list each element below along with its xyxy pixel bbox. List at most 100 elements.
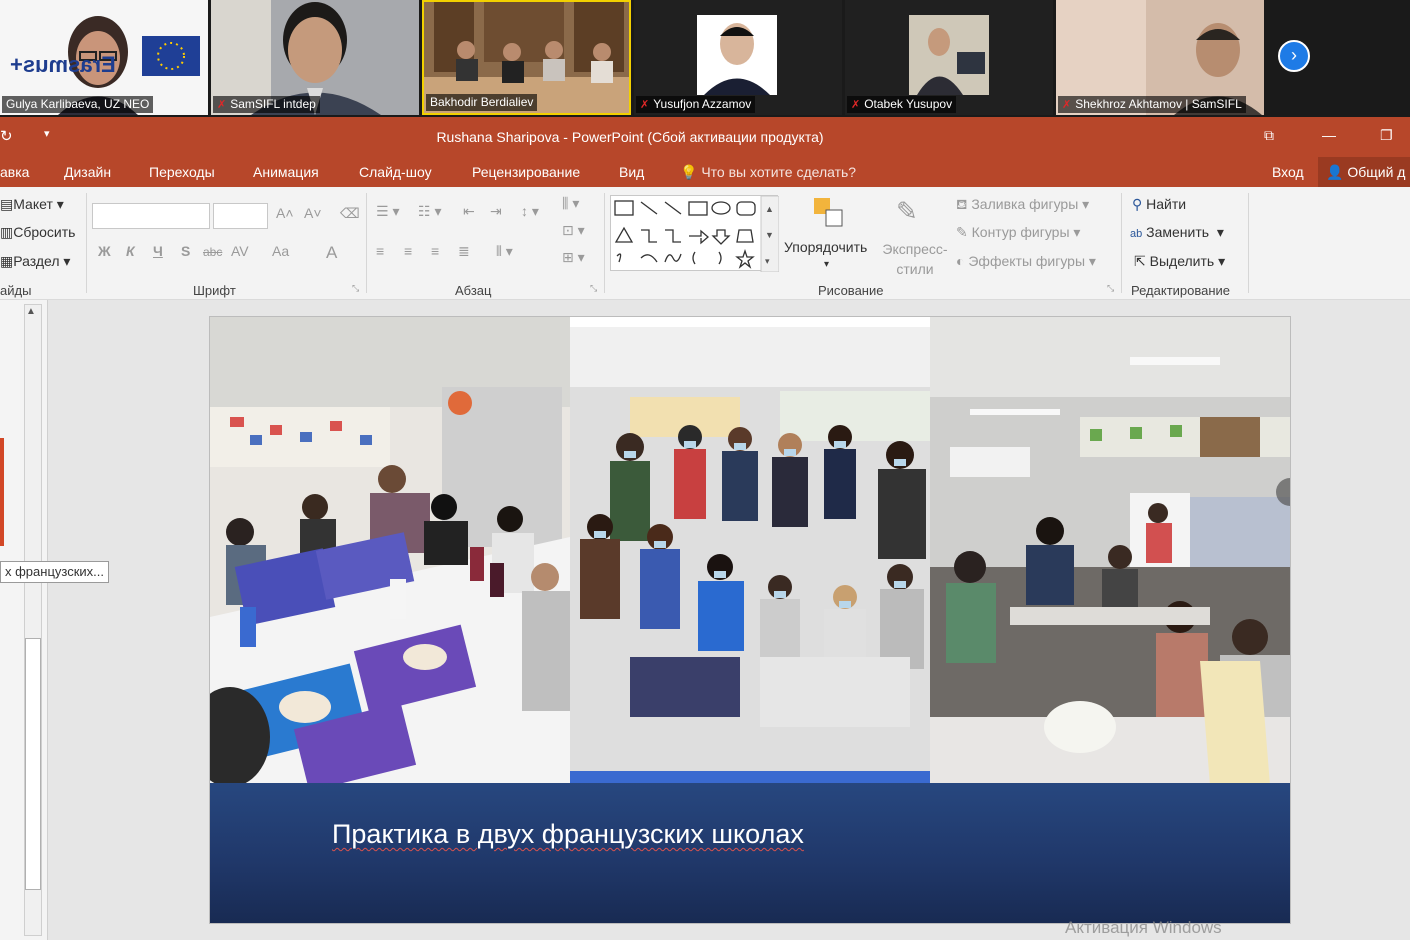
scroll-up-icon[interactable]: ▲ xyxy=(26,306,36,317)
layout-button[interactable]: ▤Макет ▾ xyxy=(0,196,64,213)
share-button[interactable]: 👤 Общий д xyxy=(1318,157,1410,187)
search-icon: ⚲ xyxy=(1132,196,1143,212)
restore-button[interactable]: ❐ xyxy=(1380,127,1393,144)
ribbon-display-options-icon[interactable]: ⧉ xyxy=(1264,127,1274,144)
reset-button[interactable]: ▥Сбросить xyxy=(0,224,75,241)
font-name-field[interactable] xyxy=(92,203,210,229)
strikethrough-button[interactable]: abc xyxy=(203,245,222,259)
tab-view[interactable]: Вид xyxy=(619,164,644,180)
decrease-indent-icon[interactable]: ⇤ xyxy=(463,203,475,220)
columns-icon[interactable]: ⫴ ▾ xyxy=(496,243,513,260)
font-size-field[interactable] xyxy=(213,203,268,229)
group-divider xyxy=(86,193,87,293)
font-dialog-launcher-icon[interactable]: ⤡ xyxy=(352,283,359,294)
participant-name-5: ✗ Otabek Yusupov xyxy=(847,96,957,113)
editor-workspace: ▲ х французских... Практика в двух франц… xyxy=(0,300,1410,940)
align-text-icon[interactable]: ⊡ ▾ xyxy=(562,222,585,239)
slide-photo-art-class[interactable] xyxy=(210,317,570,785)
align-center-icon[interactable]: ≡ xyxy=(404,243,412,259)
shapes-gallery[interactable]: ▲ ▼ ▾ xyxy=(610,195,780,273)
change-case-button[interactable]: Aa xyxy=(272,243,289,259)
drawing-group-label: Рисование xyxy=(818,283,884,298)
mic-muted-icon: ✗ xyxy=(217,99,227,111)
slide-caption-text[interactable]: Практика в двух французских школах xyxy=(332,819,804,850)
clear-formatting-icon[interactable]: ⌫ xyxy=(340,205,360,222)
group-divider xyxy=(604,193,605,293)
quick-styles-button[interactable]: Экспресс-стили xyxy=(879,239,951,279)
participant-name-2: ✗ SamSIFL intdep xyxy=(213,96,320,113)
participant-tile-4[interactable]: ✗ Yusufjon Azzamov xyxy=(634,0,842,115)
scrollbar-thumb[interactable] xyxy=(25,638,41,890)
mic-muted-icon: ✗ xyxy=(1062,99,1072,111)
tab-slideshow[interactable]: Слайд-шоу xyxy=(359,164,432,180)
shape-outline-button[interactable]: ✎ Контур фигуры ▾ xyxy=(956,224,1080,241)
svg-text:▼: ▼ xyxy=(765,230,774,240)
shape-effects-button[interactable]: ◐ Эффекты фигуры ▾ xyxy=(956,253,1096,270)
section-button[interactable]: ▦Раздел ▾ xyxy=(0,253,70,270)
slides-group-label: айды xyxy=(0,283,32,298)
participant-tile-5[interactable]: ✗ Otabek Yusupov xyxy=(845,0,1053,115)
participant-tile-2[interactable]: ✗ SamSIFL intdep xyxy=(211,0,419,115)
line-spacing-icon[interactable]: ↕ ▾ xyxy=(521,203,539,220)
bullets-icon[interactable]: ☰ ▾ xyxy=(376,203,399,220)
minimize-button[interactable]: — xyxy=(1322,127,1336,143)
align-right-icon[interactable]: ≡ xyxy=(431,243,439,259)
text-direction-icon[interactable]: ⫼ ▾ xyxy=(562,195,579,212)
tell-me-box[interactable]: 💡 Что вы хотите сделать? xyxy=(680,164,856,181)
shape-fill-button[interactable]: ⛾ Заливка фигуры ▾ xyxy=(956,196,1089,215)
tab-transitions[interactable]: Переходы xyxy=(149,164,215,180)
shape-effects-label: Эффекты фигуры xyxy=(968,253,1086,269)
numbering-icon[interactable]: ☷ ▾ xyxy=(418,203,441,220)
tab-design[interactable]: Дизайн xyxy=(64,164,111,180)
drawing-dialog-launcher-icon[interactable]: ⤡ xyxy=(1107,283,1114,294)
bold-button[interactable]: Ж xyxy=(98,243,111,259)
slide-photo-group[interactable] xyxy=(570,327,930,783)
find-button[interactable]: ⚲ Найти xyxy=(1132,196,1186,213)
tab-insert[interactable]: авка xyxy=(0,164,29,180)
arrange-dropdown-icon[interactable]: ▾ xyxy=(824,259,829,270)
layout-label: Макет xyxy=(13,196,53,212)
svg-text:▾: ▾ xyxy=(765,256,770,266)
participant-tile-1[interactable]: Erasmus+ Gulya Karlibaeva, UZ NEO xyxy=(0,0,208,115)
arrange-icon xyxy=(812,196,846,233)
signin-link[interactable]: Вход xyxy=(1272,164,1304,180)
reset-label: Сбросить xyxy=(13,224,76,240)
underline-button[interactable]: Ч xyxy=(153,243,163,259)
powerpoint-title-bar: ↻ ▾ Rushana Sharipova - PowerPoint (Сбой… xyxy=(0,117,1410,157)
cursor-icon: ⇱ xyxy=(1134,253,1146,269)
increase-font-icon[interactable]: A˄ xyxy=(276,205,294,221)
slide-caption-banner xyxy=(210,783,1290,923)
decrease-font-icon[interactable]: A˅ xyxy=(304,205,322,221)
select-button[interactable]: ⇱ Выделить ▾ xyxy=(1134,253,1225,270)
replace-icon: ab xyxy=(1130,228,1143,240)
find-label: Найти xyxy=(1146,196,1187,212)
slide-photo-classroom[interactable] xyxy=(930,317,1290,785)
window-title: Rushana Sharipova - PowerPoint (Сбой акт… xyxy=(436,129,824,145)
effects-icon: ◐ xyxy=(956,253,965,269)
participant-tile-3-active[interactable]: Bakhodir Berdialiev xyxy=(422,0,631,115)
paint-bucket-icon: ⛾ xyxy=(956,196,968,212)
increase-indent-icon[interactable]: ⇥ xyxy=(490,203,502,220)
participant-name-3: Bakhodir Berdialiev xyxy=(426,94,538,111)
italic-button[interactable]: К xyxy=(126,243,135,259)
person-icon: 👤 xyxy=(1326,164,1344,180)
section-icon: ▦ xyxy=(0,253,14,269)
tab-review[interactable]: Рецензирование xyxy=(472,164,580,180)
align-left-icon[interactable]: ≡ xyxy=(376,243,384,259)
justify-icon[interactable]: ≣ xyxy=(458,243,470,260)
char-spacing-button[interactable]: AV xyxy=(231,243,249,259)
arrange-button[interactable]: Упорядочить xyxy=(784,239,867,255)
smartart-icon[interactable]: ⊞ ▾ xyxy=(562,249,585,266)
tab-animations[interactable]: Анимация xyxy=(253,164,319,180)
participant-name-4: ✗ Yusufjon Azzamov xyxy=(636,96,756,113)
font-color-button[interactable]: A xyxy=(326,243,337,263)
zoom-participant-strip: Erasmus+ Gulya Karlibaeva, UZ NEO ✗ SamSI… xyxy=(0,0,1410,117)
replace-button[interactable]: ab Заменить ▾ xyxy=(1130,224,1224,241)
participant-name-text-2: SamSIFL intdep xyxy=(230,97,316,111)
participant-tile-6[interactable]: ✗ Shekhroz Akhtamov | SamSIFL xyxy=(1056,0,1264,115)
next-participants-button[interactable]: › xyxy=(1278,40,1310,72)
slide-canvas[interactable]: Практика в двух французских школах xyxy=(209,316,1291,924)
paragraph-dialog-launcher-icon[interactable]: ⤡ xyxy=(590,283,597,294)
shadow-button[interactable]: S xyxy=(181,243,190,259)
lightbulb-icon: 💡 xyxy=(680,164,698,180)
